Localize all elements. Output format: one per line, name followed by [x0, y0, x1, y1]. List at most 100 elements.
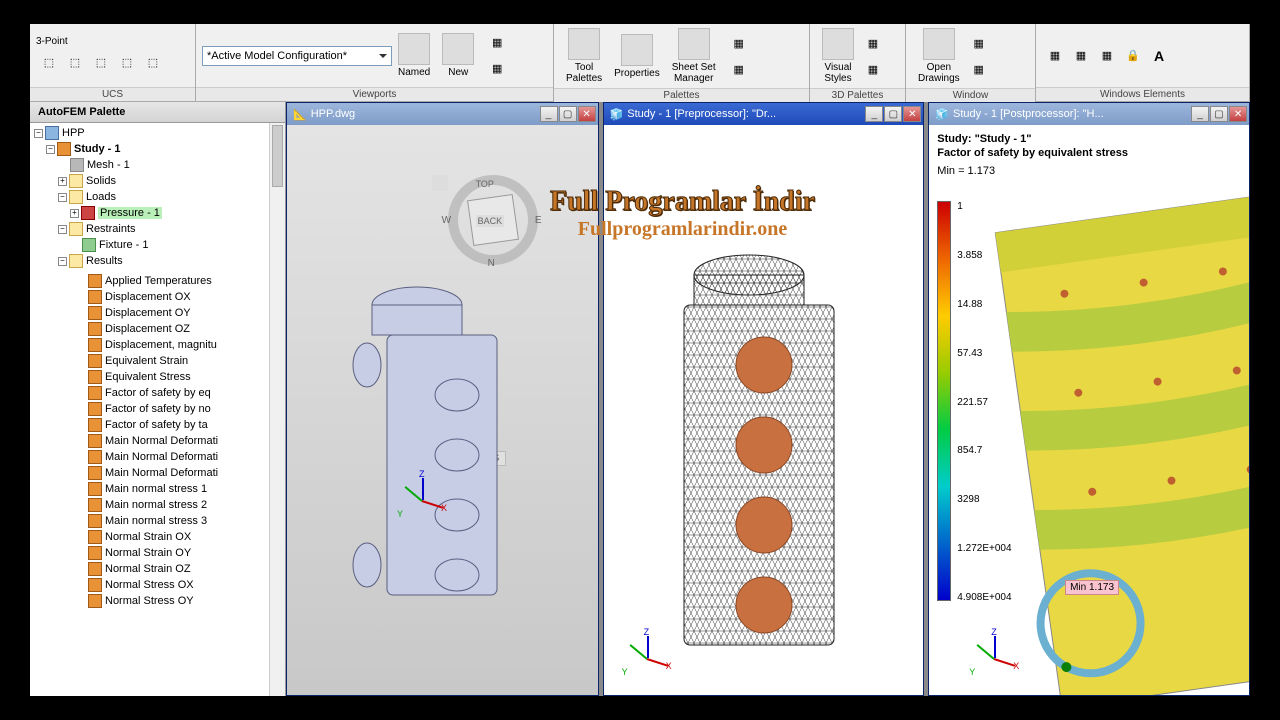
result-item[interactable]: Equivalent Stress: [88, 369, 285, 385]
result-item[interactable]: Normal Stress OX: [88, 577, 285, 593]
pal-btn-a[interactable]: ▦: [727, 31, 751, 55]
result-item[interactable]: Equivalent Strain: [88, 353, 285, 369]
expand-icon[interactable]: +: [70, 209, 79, 218]
viewports-new-button[interactable]: New: [436, 31, 480, 80]
home-icon[interactable]: [432, 175, 448, 191]
tree-results[interactable]: Results: [86, 255, 123, 267]
result-item[interactable]: Main normal stress 3: [88, 513, 285, 529]
viewcube[interactable]: TOP BACK N E W: [448, 175, 538, 265]
close-button[interactable]: ✕: [903, 106, 921, 122]
contour-plot: [969, 195, 1249, 695]
ucs-btn-2[interactable]: ⬚: [63, 50, 87, 74]
lock-icon[interactable]: 🔒: [1121, 44, 1145, 68]
sheet-set-manager-button[interactable]: Sheet Set Manager: [666, 26, 722, 86]
ribbon-group-palettes: Tool Palettes Properties Sheet Set Manag…: [554, 24, 810, 101]
expand-icon[interactable]: −: [58, 193, 67, 202]
result-item-label: Normal Strain OX: [105, 531, 191, 543]
minimize-button[interactable]: _: [1191, 106, 1209, 122]
expand-icon[interactable]: −: [58, 257, 67, 266]
expand-icon[interactable]: −: [58, 225, 67, 234]
axis-triad: XYZ: [622, 633, 672, 683]
text-a-button[interactable]: A: [1147, 44, 1171, 68]
mesh-viewport[interactable]: XYZ: [604, 125, 924, 695]
result-item[interactable]: Displacement, magnitu: [88, 337, 285, 353]
viewports-named-button[interactable]: Named: [392, 31, 436, 80]
elem-btn-1[interactable]: ▦: [1043, 44, 1067, 68]
window-title-bar[interactable]: 📐 HPP.dwg _ ▢ ✕: [287, 103, 598, 125]
elem-btn-2[interactable]: ▦: [1069, 44, 1093, 68]
tree-root[interactable]: HPP: [62, 127, 85, 139]
result-viewport[interactable]: Study: "Study - 1" Factor of safety by e…: [929, 125, 1249, 695]
result-info: Study: "Study - 1" Factor of safety by e…: [937, 133, 1128, 177]
maximize-button[interactable]: ▢: [1210, 106, 1228, 122]
result-icon: [88, 514, 102, 528]
result-item[interactable]: Normal Stress OY: [88, 593, 285, 609]
pal-btn-b[interactable]: ▦: [727, 57, 751, 81]
result-item[interactable]: Normal Strain OY: [88, 545, 285, 561]
properties-button[interactable]: Properties: [608, 32, 666, 81]
result-icon: [88, 370, 102, 384]
result-item[interactable]: Main normal stress 2: [88, 497, 285, 513]
result-icon: [88, 290, 102, 304]
result-item[interactable]: Factor of safety by no: [88, 401, 285, 417]
window-title-bar[interactable]: 🧊 Study - 1 [Preprocessor]: "Dr... _ ▢ ✕: [604, 103, 924, 125]
vp-btn-a[interactable]: ▦: [485, 31, 509, 55]
result-icon: [88, 482, 102, 496]
tree-loads[interactable]: Loads: [86, 191, 116, 203]
tree-pressure[interactable]: Pressure - 1: [98, 207, 162, 219]
ribbon-group-elements: ▦ ▦ ▦ 🔒 A Windows Elements: [1036, 24, 1250, 101]
result-item[interactable]: Main Normal Deformati: [88, 465, 285, 481]
expand-icon[interactable]: −: [34, 129, 43, 138]
window-title-bar[interactable]: 🧊 Study - 1 [Postprocessor]: "H... _ ▢ ✕: [929, 103, 1249, 125]
close-button[interactable]: ✕: [578, 106, 596, 122]
expand-icon[interactable]: +: [58, 177, 67, 186]
elem-btn-3[interactable]: ▦: [1095, 44, 1119, 68]
result-item[interactable]: Displacement OZ: [88, 321, 285, 337]
viewport-config-combo[interactable]: *Active Model Configuration*: [202, 46, 392, 66]
tree-solids[interactable]: Solids: [86, 175, 116, 187]
tool-palettes-button[interactable]: Tool Palettes: [560, 26, 608, 86]
tree-scrollbar[interactable]: [269, 123, 285, 696]
result-item[interactable]: Main normal stress 1: [88, 481, 285, 497]
model-viewport[interactable]: TOP BACK N E W WCS: [287, 125, 598, 695]
ribbon-label-3d: 3D Palettes: [810, 88, 905, 102]
model-part-rendering: [327, 265, 527, 615]
viewcube-back: BACK: [476, 215, 505, 227]
close-button[interactable]: ✕: [1229, 106, 1247, 122]
win-btn-a[interactable]: ▦: [967, 31, 991, 55]
folder-icon: [69, 222, 83, 236]
result-item[interactable]: Main Normal Deformati: [88, 449, 285, 465]
result-item[interactable]: Factor of safety by ta: [88, 417, 285, 433]
ucs-btn-5[interactable]: ⬚: [141, 50, 165, 74]
folder-icon: [69, 254, 83, 268]
3d-btn-b[interactable]: ▦: [861, 57, 885, 81]
window-title: HPP.dwg: [311, 108, 539, 120]
open-drawings-button[interactable]: Open Drawings: [912, 26, 966, 86]
tree-study[interactable]: Study - 1: [74, 143, 120, 155]
result-item[interactable]: Normal Strain OZ: [88, 561, 285, 577]
tree-fixture[interactable]: Fixture - 1: [99, 239, 149, 251]
3d-btn-a[interactable]: ▦: [861, 31, 885, 55]
maximize-button[interactable]: ▢: [559, 106, 577, 122]
result-item[interactable]: Normal Strain OX: [88, 529, 285, 545]
ucs-btn-1[interactable]: ⬚: [37, 50, 61, 74]
result-item[interactable]: Displacement OY: [88, 305, 285, 321]
tree-restraints[interactable]: Restraints: [86, 223, 136, 235]
visual-styles-button[interactable]: Visual Styles: [816, 26, 860, 86]
result-item-label: Applied Temperatures: [105, 275, 212, 287]
result-item[interactable]: Applied Temperatures: [88, 273, 285, 289]
minimize-button[interactable]: _: [865, 106, 883, 122]
win-btn-b[interactable]: ▦: [967, 57, 991, 81]
tree-mesh[interactable]: Mesh - 1: [87, 159, 130, 171]
ucs-btn-4[interactable]: ⬚: [115, 50, 139, 74]
expand-icon[interactable]: −: [46, 145, 55, 154]
minimize-button[interactable]: _: [540, 106, 558, 122]
result-item-label: Main normal stress 3: [105, 515, 207, 527]
ucs-btn-3[interactable]: ⬚: [89, 50, 113, 74]
result-item[interactable]: Displacement OX: [88, 289, 285, 305]
result-item[interactable]: Main Normal Deformati: [88, 433, 285, 449]
vp-btn-b[interactable]: ▦: [485, 57, 509, 81]
legend-colorbar: [937, 201, 951, 601]
maximize-button[interactable]: ▢: [884, 106, 902, 122]
result-item[interactable]: Factor of safety by eq: [88, 385, 285, 401]
